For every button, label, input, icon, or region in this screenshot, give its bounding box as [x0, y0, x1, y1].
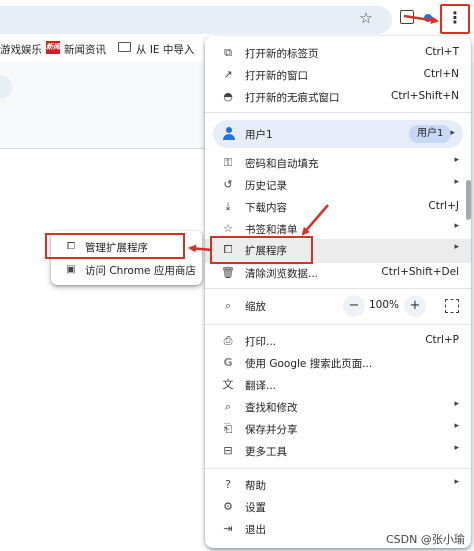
menu-incognito-shortcut: Ctrl+Shift+N	[391, 90, 459, 102]
zoom-value: 100%	[369, 299, 400, 311]
submenu-store-label: 访问 Chrome 应用商店	[85, 265, 196, 277]
menu-clear-data-shortcut: Ctrl+Shift+Del	[381, 266, 459, 278]
profile-chip: 用户1	[409, 125, 452, 143]
profile-name: 用户1	[245, 129, 273, 141]
menu-translate-label: 翻译...	[245, 380, 277, 392]
menu-downloads-shortcut: Ctrl+J	[428, 200, 459, 212]
browser-toolbar: ☆ ⋮	[0, 0, 474, 36]
menu-more-tools-label: 更多工具	[245, 446, 287, 458]
menu-settings[interactable]: ⚙ 设置	[205, 496, 471, 518]
extensions-toolbar-icon[interactable]	[400, 10, 414, 24]
menu-divider	[205, 288, 471, 289]
menu-new-tab[interactable]: ⧉ 打开新的标签页 Ctrl+T	[205, 42, 471, 64]
menu-scrollbar[interactable]	[466, 180, 471, 220]
chevron-right-icon: ▸	[454, 443, 459, 453]
menu-passwords[interactable]: ⚿ 密码和自动填充 ▸	[205, 152, 471, 174]
kebab-highlight-box	[440, 4, 470, 34]
chrome-main-menu: ⧉ 打开新的标签页 Ctrl+T ↗ 打开新的窗口 Ctrl+N ◓ 打开新的无…	[205, 36, 471, 548]
chevron-right-icon: ▸	[454, 421, 459, 431]
menu-google-search[interactable]: G 使用 Google 搜索此页面...	[205, 352, 471, 374]
menu-zoom-label: 缩放	[245, 301, 266, 313]
menu-history-label: 历史记录	[245, 180, 287, 192]
zoom-out-button[interactable]: −	[343, 295, 365, 317]
toolbox-icon: ⊟	[223, 444, 233, 457]
watermark: CSDN @张小瑜	[386, 533, 465, 546]
menu-profile[interactable]: 用户1 用户1 ▸	[213, 120, 463, 148]
menu-passwords-label: 密码和自动填充	[245, 158, 319, 170]
zoom-icon: ⌕	[224, 299, 232, 312]
gear-icon: ⚙	[223, 500, 233, 513]
bookmark-news[interactable]: 新闻资讯	[64, 42, 106, 57]
page-body	[0, 149, 210, 551]
menu-help-label: 帮助	[245, 480, 266, 492]
menu-print-shortcut: Ctrl+P	[425, 334, 459, 346]
new-tab-icon: ⧉	[224, 46, 232, 59]
menu-incognito-label: 打开新的无痕式窗口	[245, 92, 340, 104]
new-window-icon: ↗	[223, 68, 233, 81]
chevron-right-icon: ▸	[450, 128, 455, 138]
menu-zoom: ⌕ 缩放 − 100% +	[205, 295, 471, 317]
menu-divider	[205, 324, 471, 325]
menu-new-tab-shortcut: Ctrl+T	[425, 46, 459, 58]
chevron-right-icon: ▸	[454, 242, 459, 252]
store-icon: ▣	[66, 264, 76, 275]
folder-icon	[118, 42, 131, 52]
bookmark-games[interactable]: 游戏娱乐	[0, 42, 42, 57]
menu-translate[interactable]: 文 翻译...	[205, 374, 471, 396]
trash-icon: 🗑	[221, 266, 235, 279]
save-share-icon: ⎗	[223, 422, 233, 435]
chevron-right-icon: ▸	[454, 399, 459, 409]
bookmark-import-ie[interactable]: 从 IE 中导入	[136, 42, 194, 57]
menu-settings-label: 设置	[245, 502, 266, 514]
manage-extensions-highlight-box	[45, 233, 185, 259]
exit-icon: ⇥	[223, 522, 233, 535]
key-icon: ⚿	[223, 156, 233, 169]
menu-divider	[205, 112, 471, 113]
menu-new-tab-label: 打开新的标签页	[245, 48, 319, 60]
menu-history[interactable]: ↺ 历史记录 ▸	[205, 174, 471, 196]
find-icon: ⌕	[224, 400, 232, 413]
profile-dot-icon[interactable]	[424, 14, 432, 22]
menu-save-share[interactable]: ⎗ 保存并分享 ▸	[205, 418, 471, 440]
menu-bookmarks-label: 书签和清单	[245, 224, 298, 236]
menu-print-label: 打印...	[245, 336, 277, 348]
menu-find-edit[interactable]: ⌕ 查找和修改 ▸	[205, 396, 471, 418]
star-icon[interactable]: ☆	[356, 8, 376, 28]
history-icon: ↺	[223, 178, 233, 191]
menu-incognito[interactable]: ◓ 打开新的无痕式窗口 Ctrl+Shift+N	[205, 86, 471, 108]
google-g-icon: G	[223, 356, 233, 369]
menu-more-tools[interactable]: ⊟ 更多工具 ▸	[205, 440, 471, 462]
chevron-right-icon: ▸	[454, 221, 459, 231]
menu-save-share-label: 保存并分享	[245, 424, 298, 436]
download-icon: ⤓	[225, 200, 231, 213]
fullscreen-icon[interactable]	[445, 299, 459, 313]
menu-help[interactable]: ? 帮助 ▸	[205, 474, 471, 496]
zoom-in-button[interactable]: +	[404, 295, 426, 317]
menu-downloads[interactable]: ⤓ 下载内容 Ctrl+J	[205, 196, 471, 218]
help-icon: ?	[225, 478, 231, 491]
menu-clear-data[interactable]: 🗑 清除浏览数据... Ctrl+Shift+Del	[205, 262, 471, 284]
menu-clear-data-label: 清除浏览数据...	[245, 268, 319, 280]
incognito-icon: ◓	[223, 90, 233, 103]
translate-icon: 文	[222, 378, 234, 391]
news-logo-icon: 新闻	[46, 41, 60, 54]
menu-new-window[interactable]: ↗ 打开新的窗口 Ctrl+N	[205, 64, 471, 86]
address-bar[interactable]	[0, 6, 392, 34]
menu-print[interactable]: ⎙ 打印... Ctrl+P	[205, 330, 471, 352]
person-icon	[223, 127, 235, 141]
menu-divider	[205, 468, 471, 469]
menu-find-edit-label: 查找和修改	[245, 402, 298, 414]
submenu-chrome-store[interactable]: ▣ 访问 Chrome 应用商店	[51, 259, 202, 281]
chevron-right-icon: ▸	[454, 477, 459, 487]
menu-new-window-shortcut: Ctrl+N	[423, 68, 459, 80]
extensions-highlight-box	[210, 236, 313, 264]
menu-exit-label: 退出	[245, 524, 266, 536]
chevron-right-icon: ▸	[454, 177, 459, 187]
menu-downloads-label: 下载内容	[245, 202, 287, 214]
star-outline-icon: ☆	[223, 222, 233, 235]
printer-icon: ⎙	[223, 334, 233, 347]
chevron-right-icon: ▸	[454, 155, 459, 165]
menu-new-window-label: 打开新的窗口	[245, 70, 308, 82]
menu-google-search-label: 使用 Google 搜索此页面...	[245, 358, 373, 370]
